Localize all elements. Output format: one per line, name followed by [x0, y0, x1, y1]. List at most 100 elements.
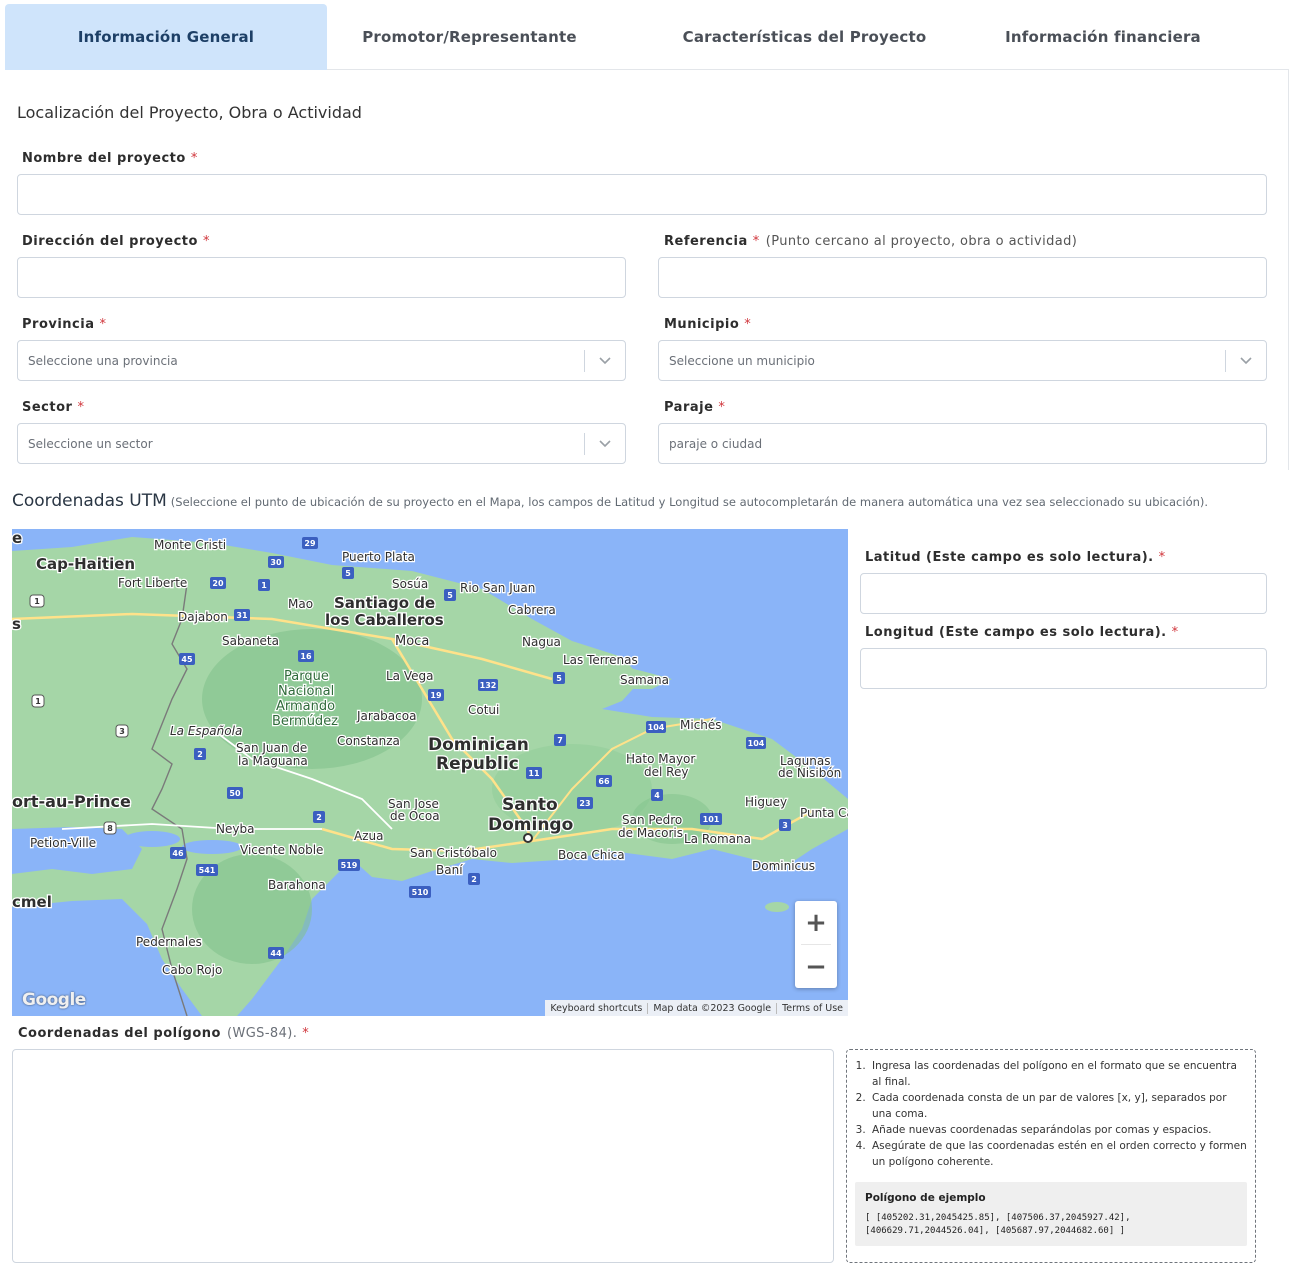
chevron-down-icon[interactable]	[598, 353, 612, 367]
select-divider	[1225, 350, 1226, 372]
referencia-input[interactable]	[658, 257, 1267, 298]
municipio-select[interactable]: Seleccione un municipio	[658, 340, 1267, 381]
required-mark: *	[190, 151, 198, 166]
required-mark: *	[718, 400, 726, 415]
instruction-item: Cada coordenada consta de un par de valo…	[869, 1090, 1247, 1122]
example-code: [ [405202.31,2045425.85], [407506.37,204…	[865, 1213, 1131, 1236]
tab-caracteristicas-proyecto[interactable]: Características del Proyecto	[612, 4, 997, 70]
shield-label: 104	[748, 739, 765, 748]
city-label: Domingo	[488, 815, 573, 835]
instructions-list: Ingresa las coordenadas del polígono en …	[855, 1058, 1247, 1170]
city-label: Cabrera	[508, 603, 556, 617]
tab-informacion-general[interactable]: Información General	[5, 4, 327, 70]
sector-select[interactable]: Seleccione un sector	[17, 423, 626, 464]
terms-link[interactable]: Terms of Use	[776, 1002, 848, 1014]
park-label: Nacional	[278, 684, 334, 699]
city-label: Hato Mayor	[626, 752, 695, 766]
required-mark: *	[1158, 550, 1166, 565]
tab-bar: Información General Promotor/Representan…	[5, 4, 1289, 70]
city-label: Boca Chica	[558, 848, 625, 862]
shield-label: 5	[345, 569, 351, 578]
city-label: Pedernales	[136, 935, 202, 949]
zoom-in-button[interactable]: +	[795, 901, 837, 944]
sector-label-text: Sector	[22, 400, 73, 415]
shield-label: 541	[199, 866, 216, 875]
map[interactable]: 29 30 5 20 1 5 1 31 45 16 19 132 5 7 104…	[12, 529, 848, 1016]
city-label: Fort Liberte	[118, 576, 187, 590]
referencia-label-text: Referencia	[664, 234, 748, 249]
instruction-item: Asegúrate de que las coordenadas estén e…	[869, 1138, 1247, 1170]
referencia-hint: (Punto cercano al proyecto, obra o activ…	[765, 234, 1078, 249]
select-divider	[584, 433, 585, 455]
city-label: San Juan de	[236, 741, 307, 755]
shield-label: 20	[212, 579, 224, 588]
shield-label: 50	[229, 789, 241, 798]
shield-label: 519	[341, 861, 358, 870]
paraje-label: Paraje *	[664, 400, 725, 415]
shield-label: 5	[556, 674, 562, 683]
chevron-down-icon[interactable]	[598, 436, 612, 450]
municipio-label-text: Municipio	[664, 317, 740, 332]
city-label: Samana	[620, 673, 669, 687]
paraje-label-text: Paraje	[664, 400, 714, 415]
poligono-hint: (WGS-84).	[226, 1026, 298, 1041]
city-label: los Caballeros	[325, 611, 444, 629]
city-label: Higuey	[745, 795, 787, 809]
poligono-label: Coordenadas del polígono (WGS-84). *	[18, 1026, 309, 1041]
tab-informacion-financiera[interactable]: Información financiera	[997, 4, 1209, 70]
city-label: Santo	[502, 795, 558, 815]
longitud-input[interactable]	[860, 648, 1267, 689]
city-label: la Maguana	[238, 754, 308, 768]
city-label: Sosúa	[392, 577, 428, 591]
shield-label: 510	[412, 888, 429, 897]
shield-label: 4	[654, 791, 660, 800]
shield-label: 31	[236, 611, 248, 620]
shield-label: 3	[119, 727, 125, 736]
poligono-help-box: Ingresa las coordenadas del polígono en …	[846, 1049, 1256, 1263]
city-label: La Vega	[386, 669, 433, 683]
shield-label: 8	[107, 824, 113, 833]
direccion-input[interactable]	[17, 257, 626, 298]
google-logo[interactable]: Google	[22, 990, 86, 1010]
municipio-label: Municipio *	[664, 317, 751, 332]
required-mark: *	[202, 234, 210, 249]
municipio-placeholder: Seleccione un municipio	[669, 353, 815, 368]
instruction-item: Ingresa las coordenadas del polígono en …	[869, 1058, 1247, 1090]
city-label: Dajabon	[178, 610, 228, 624]
poligono-label-text: Coordenadas del polígono	[18, 1026, 221, 1041]
city-label: Barahona	[268, 878, 326, 892]
required-mark: *	[752, 234, 760, 249]
city-label: de Nisibón	[778, 766, 841, 780]
utm-heading: Coordenadas UTM (Seleccione el punto de u…	[12, 491, 1208, 511]
shield-label: 5	[447, 591, 453, 600]
map-canvas[interactable]: 29 30 5 20 1 5 1 31 45 16 19 132 5 7 104…	[12, 529, 848, 1016]
city-label: La Romana	[684, 832, 751, 846]
poligono-textarea[interactable]	[12, 1049, 834, 1263]
city-label: Azua	[354, 829, 383, 843]
city-label: Cap-Haitien	[36, 555, 135, 573]
paraje-input[interactable]	[658, 423, 1267, 464]
keyboard-shortcuts-link[interactable]: Keyboard shortcuts	[545, 1003, 647, 1014]
country-label: Republic	[436, 754, 519, 774]
city-label: Nagua	[522, 635, 561, 649]
provincia-label-text: Provincia	[22, 317, 95, 332]
shield-label: 44	[270, 949, 282, 958]
provincia-placeholder: Seleccione una provincia	[28, 353, 178, 368]
city-label: Puerto Plata	[342, 550, 415, 564]
chevron-down-icon[interactable]	[1239, 353, 1253, 367]
city-label: Baní	[436, 863, 463, 877]
latitud-input[interactable]	[860, 573, 1267, 614]
map-data-text: Map data ©2023 Google	[647, 1002, 776, 1014]
example-title: Polígono de ejemplo	[865, 1192, 986, 1204]
shield-label: 19	[430, 691, 442, 700]
city-label: e	[12, 529, 22, 547]
shield-label: 66	[598, 777, 610, 786]
shield-label: 1	[34, 597, 40, 606]
city-label: Monte Cristi	[154, 538, 226, 552]
nombre-input[interactable]	[17, 174, 1267, 215]
zoom-out-button[interactable]: −	[795, 945, 837, 988]
section-title: Localización del Proyecto, Obra o Activi…	[17, 103, 362, 122]
shield-label: 29	[304, 539, 316, 548]
tab-promotor-representante[interactable]: Promotor/Representante	[327, 4, 612, 70]
provincia-select[interactable]: Seleccione una provincia	[17, 340, 626, 381]
